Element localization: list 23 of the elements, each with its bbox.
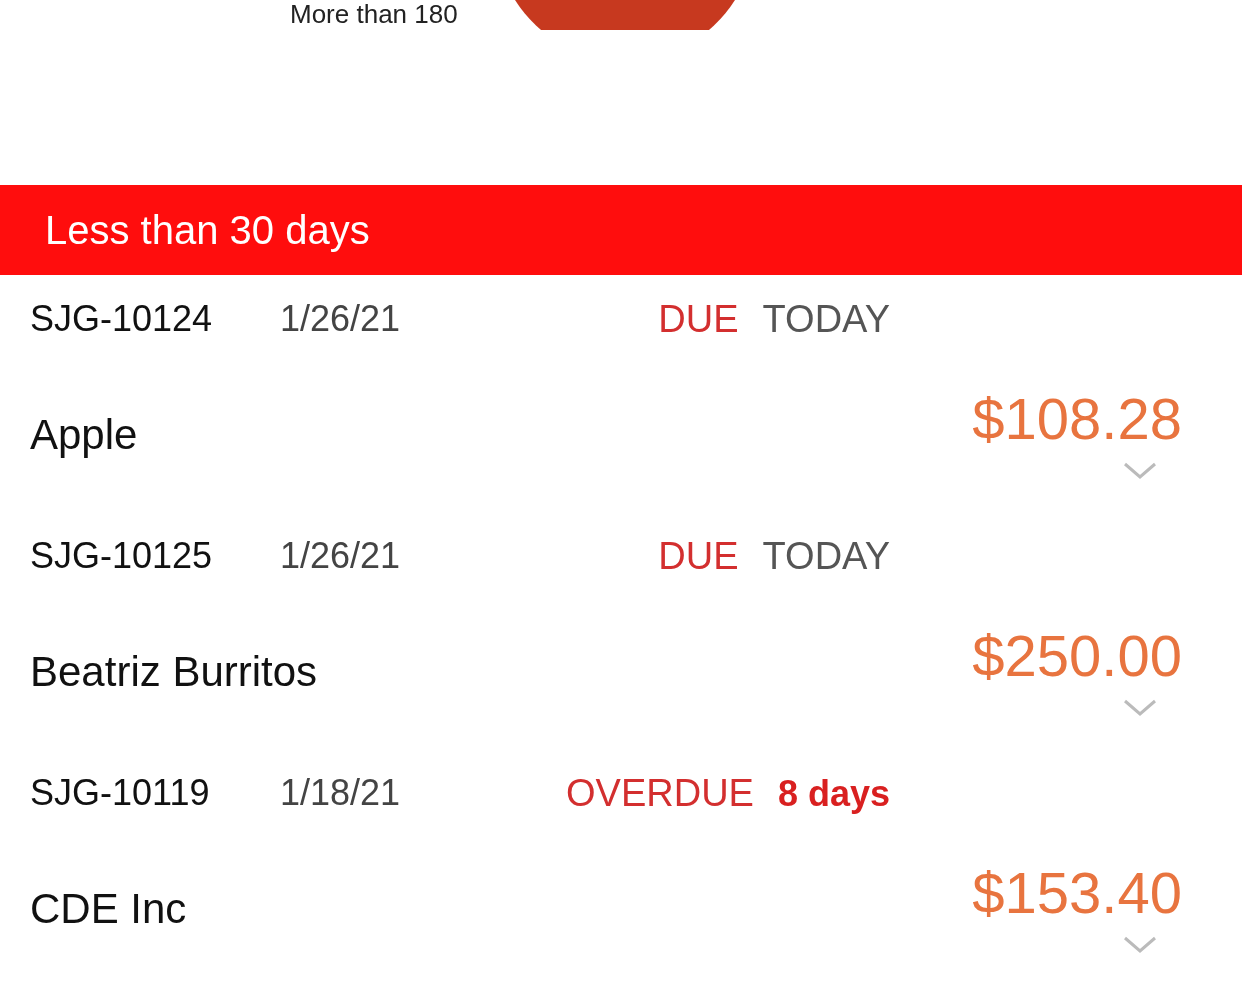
customer-name: Apple [30, 410, 138, 460]
chevron-down-icon[interactable] [1123, 699, 1157, 717]
section-title: Less than 30 days [45, 207, 370, 254]
invoice-number: SJG-10119 [30, 771, 211, 815]
status-label: OVERDUE [566, 770, 754, 816]
invoice-amount: $108.28 [972, 385, 1183, 453]
chevron-down-icon[interactable] [1123, 462, 1157, 480]
status-detail: TODAY [762, 296, 890, 342]
chevron-down-icon[interactable] [1123, 936, 1157, 954]
invoice-amount: $250.00 [972, 622, 1183, 690]
invoice-number: SJG-10124 [30, 297, 214, 341]
status-detail: TODAY [762, 533, 890, 579]
invoice-number: SJG-10125 [30, 534, 214, 578]
invoice-date: 1/18/21 [280, 771, 402, 815]
invoice-amount: $153.40 [972, 859, 1183, 927]
status-label: DUE [658, 296, 739, 342]
status-label: DUE [658, 533, 739, 579]
invoice-date: 1/26/21 [280, 297, 402, 341]
legend-label: More than 180 [290, 0, 458, 28]
customer-name: CDE Inc [30, 884, 187, 934]
invoice-date: 1/26/21 [280, 534, 402, 578]
customer-name: Beatriz Burritos [30, 647, 318, 697]
status-detail: 8 days [777, 771, 890, 816]
